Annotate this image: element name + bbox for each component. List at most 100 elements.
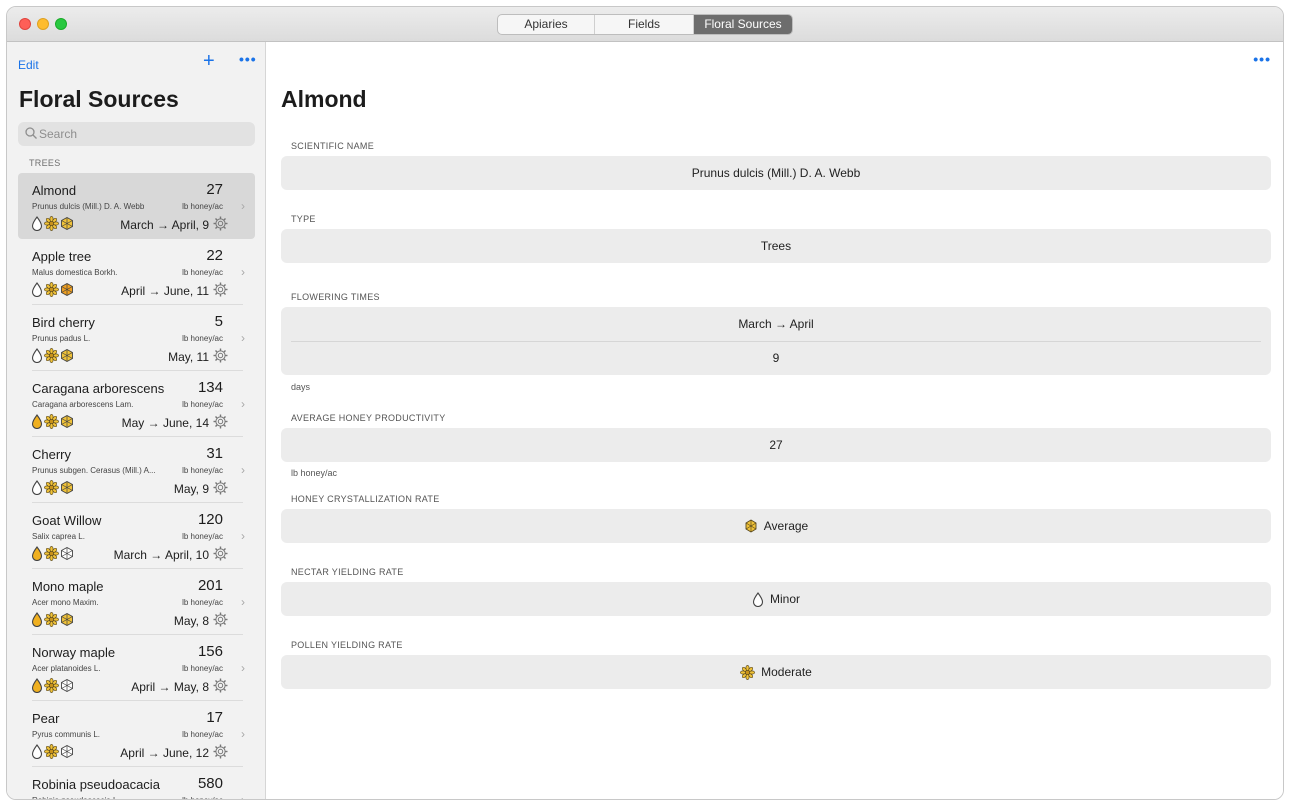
item-unit: lb honey/ac: [182, 466, 223, 475]
list-item[interactable]: Norway maple 156 Acer platanoides L. lb hon…: [18, 635, 255, 701]
list-item[interactable]: Goat Willow 120 Salix caprea L. lb honey/ac…: [18, 503, 255, 569]
chevron-right-icon: ›: [241, 265, 245, 279]
item-name: Bird cherry: [32, 315, 95, 330]
gear-icon: [213, 480, 228, 495]
item-rate-icons: [31, 282, 74, 297]
crystal-icon: [61, 348, 73, 363]
minimize-window-button[interactable]: [37, 18, 49, 30]
item-flowering-period: April → May, 8: [131, 680, 209, 694]
item-productivity: 31: [206, 445, 223, 462]
pollen-field[interactable]: Moderate: [281, 655, 1271, 689]
nectar-drop-icon: [752, 591, 764, 607]
list-item[interactable]: Robinia pseudoacacia 580 Robinia pseudoaca…: [18, 767, 255, 799]
gear-icon: [213, 348, 228, 363]
item-scientific-name: Caragana arborescens Lam.: [32, 400, 134, 409]
detail-pane: ••• Almond SCIENTIFIC NAME Prunus dulcis…: [267, 42, 1283, 799]
list-item[interactable]: Apple tree 22 Malus domestica Borkh. lb hon…: [18, 239, 255, 305]
item-scientific-name: Robinia pseudoacacia L.: [32, 796, 120, 799]
tab-floral-sources[interactable]: Floral Sources: [694, 15, 792, 34]
type-label: TYPE: [291, 214, 316, 224]
item-rate-icons: [31, 216, 74, 231]
tab-fields[interactable]: Fields: [595, 15, 694, 34]
title-bar: Apiaries Fields Floral Sources: [7, 7, 1283, 42]
pollen-flower-icon: [44, 612, 59, 627]
chevron-right-icon: ›: [241, 661, 245, 675]
flowering-times-label: FLOWERING TIMES: [291, 292, 380, 302]
section-tabs: Apiaries Fields Floral Sources: [497, 14, 793, 35]
flowering-period-row[interactable]: March → April: [281, 307, 1271, 341]
item-flowering-period: May, 8: [173, 614, 209, 628]
sidebar-title: Floral Sources: [19, 86, 179, 112]
sidebar: Edit + ••• Floral Sources Search TREES A…: [7, 42, 266, 799]
productivity-field[interactable]: 27: [281, 428, 1271, 462]
productivity-unit: lb honey/ac: [291, 468, 338, 478]
divider: [291, 341, 1261, 342]
nectar-drop-icon: [31, 546, 43, 561]
nectar-drop-icon: [31, 612, 43, 627]
crystallization-field[interactable]: Average: [281, 509, 1271, 543]
item-productivity: 201: [197, 577, 223, 594]
scientific-name-value: Prunus dulcis (Mill.) D. A. Webb: [691, 166, 861, 180]
item-productivity: 580: [197, 775, 223, 792]
scientific-name-label: SCIENTIFIC NAME: [291, 141, 375, 151]
tab-apiaries[interactable]: Apiaries: [498, 15, 595, 34]
gear-icon: [213, 744, 228, 759]
flowering-days-unit: days: [291, 382, 311, 392]
flowering-days-value: 9: [772, 351, 780, 365]
item-rate-icons: [31, 414, 74, 429]
item-rate-icons: [31, 744, 74, 759]
item-name: Almond: [32, 183, 77, 198]
gear-icon: [213, 414, 228, 429]
item-rate-icons: [31, 480, 74, 495]
pollen-label: POLLEN YIELDING RATE: [291, 640, 403, 650]
item-unit: lb honey/ac: [182, 334, 223, 343]
search-input[interactable]: Search: [39, 127, 77, 141]
type-field[interactable]: Trees: [281, 229, 1271, 263]
gear-icon: [213, 678, 228, 693]
zoom-window-button[interactable]: [55, 18, 67, 30]
list-item[interactable]: Almond 27 Prunus dulcis (Mill.) D. A. Webb…: [18, 173, 255, 239]
crystallization-label: HONEY CRYSTALLIZATION RATE: [291, 494, 440, 504]
item-flowering-period: May, 11: [168, 350, 209, 364]
list-item[interactable]: Pear 17 Pyrus communis L. lb honey/ac › April…: [18, 701, 255, 767]
item-flowering-period: April → June, 12: [120, 746, 209, 760]
pollen-flower-icon: [44, 744, 59, 759]
close-window-button[interactable]: [19, 18, 31, 30]
item-name: Cherry: [32, 447, 72, 462]
gear-icon: [213, 546, 228, 561]
item-name: Pear: [32, 711, 60, 726]
pollen-value: Moderate: [761, 665, 812, 679]
item-rate-icons: [31, 678, 74, 693]
chevron-right-icon: ›: [241, 529, 245, 543]
flowering-days-row[interactable]: 9: [281, 341, 1271, 375]
plus-icon[interactable]: +: [203, 51, 215, 71]
search-field[interactable]: Search: [18, 122, 255, 146]
nectar-label: NECTAR YIELDING RATE: [291, 567, 404, 577]
edit-button[interactable]: Edit: [18, 58, 39, 72]
ellipsis-icon[interactable]: •••: [1253, 51, 1271, 67]
item-name: Caragana arborescens: [32, 381, 165, 396]
crystal-icon: [61, 546, 73, 561]
nectar-drop-icon: [31, 348, 43, 363]
item-scientific-name: Acer mono Maxim.: [32, 598, 99, 607]
crystal-icon: [61, 480, 73, 495]
list-item[interactable]: Bird cherry 5 Prunus padus L. lb honey/ac › M…: [18, 305, 255, 371]
item-productivity: 22: [206, 247, 223, 264]
list-item[interactable]: Mono maple 201 Acer mono Maxim. lb honey/ac…: [18, 569, 255, 635]
item-scientific-name: Malus domestica Borkh.: [32, 268, 118, 277]
pollen-flower-icon: [740, 664, 756, 680]
productivity-label: AVERAGE HONEY PRODUCTIVITY: [291, 413, 446, 423]
ellipsis-icon[interactable]: •••: [239, 51, 257, 67]
chevron-right-icon: ›: [241, 397, 245, 411]
list-item[interactable]: Caragana arborescens 134 Caragana arboresc…: [18, 371, 255, 437]
nectar-field[interactable]: Minor: [281, 582, 1271, 616]
nectar-drop-icon: [31, 414, 43, 429]
item-name: Mono maple: [32, 579, 104, 594]
search-icon: [25, 127, 37, 139]
detail-title: Almond: [281, 86, 367, 112]
scientific-name-field[interactable]: Prunus dulcis (Mill.) D. A. Webb: [281, 156, 1271, 190]
item-productivity: 156: [197, 643, 223, 660]
list-item[interactable]: Cherry 31 Prunus subgen. Cerasus (Mill.) A…: [18, 437, 255, 503]
crystal-icon: [61, 216, 73, 231]
flowering-times-field: March → April 9: [281, 307, 1271, 375]
